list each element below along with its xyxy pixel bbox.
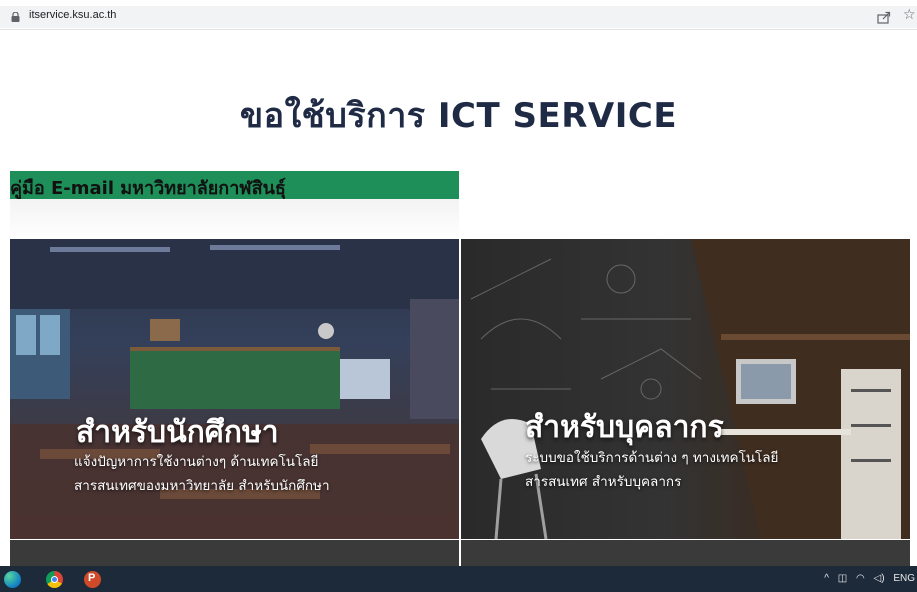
wifi-icon[interactable]: ◠: [856, 573, 865, 584]
powerpoint-icon[interactable]: P: [84, 571, 101, 588]
staff-service-card[interactable]: สำหรับบุคลากร ระบบขอใช้บริการด้านต่าง ๆ …: [461, 239, 910, 539]
language-indicator[interactable]: ENG: [893, 573, 915, 584]
staff-desc-line-1: ระบบขอใช้บริการด้านต่าง ๆ ทางเทคโนโลยี: [525, 450, 779, 466]
student-card-description: แจ้งปัญหาการใช้งานต่างๆ ด้านเทคโนโลยี สา…: [74, 450, 330, 498]
staff-card-title: สำหรับบุคลากร: [525, 410, 724, 445]
chrome-icon[interactable]: [46, 571, 63, 588]
share-icon[interactable]: [877, 10, 891, 24]
office-illustration: [470, 239, 910, 539]
student-desc-line-1: แจ้งปัญหาการใช้งานต่างๆ ด้านเทคโนโลยี: [74, 454, 319, 470]
page-title: ขอใช้บริการ ICT SERVICE: [239, 96, 678, 136]
banner-shadow: [10, 199, 459, 239]
email-manual-banner[interactable]: คู่มือ E-mail มหาวิทยาลัยกาฬสินธุ์: [10, 171, 459, 199]
edge-icon[interactable]: [4, 571, 21, 588]
browser-address-bar: itservice.ksu.ac.th ☆: [0, 0, 917, 30]
system-tray: ^ ◫ ◠ ◁) ENG: [824, 573, 917, 587]
staff-desc-line-2: สารสนเทศ สำหรับบุคลากร: [525, 474, 682, 490]
url-text[interactable]: itservice.ksu.ac.th: [29, 9, 116, 21]
lock-icon: [11, 12, 20, 22]
student-service-card[interactable]: สำหรับนักศึกษา แจ้งปัญหาการใช้งานต่างๆ ด…: [10, 239, 459, 539]
staff-card-description: ระบบขอใช้บริการด้านต่าง ๆ ทางเทคโนโลยี ส…: [525, 446, 778, 494]
card-lower-strip-right: [461, 540, 910, 566]
address-field[interactable]: [0, 6, 917, 28]
chevron-up-icon[interactable]: ^: [824, 573, 829, 584]
bookmark-star-icon[interactable]: ☆: [903, 8, 916, 22]
student-desc-line-2: สารสนเทศของมหาวิทยาลัย สำหรับนักศึกษา: [74, 478, 330, 494]
network-icon[interactable]: ◫: [838, 573, 847, 584]
windows-taskbar: P ^ ◫ ◠ ◁) ENG: [0, 566, 917, 592]
card-lower-strip-left: [10, 540, 459, 566]
volume-icon[interactable]: ◁): [874, 573, 885, 584]
email-manual-label: คู่มือ E-mail มหาวิทยาลัยกาฬสินธุ์: [10, 178, 286, 199]
student-card-title: สำหรับนักศึกษา: [76, 415, 279, 450]
